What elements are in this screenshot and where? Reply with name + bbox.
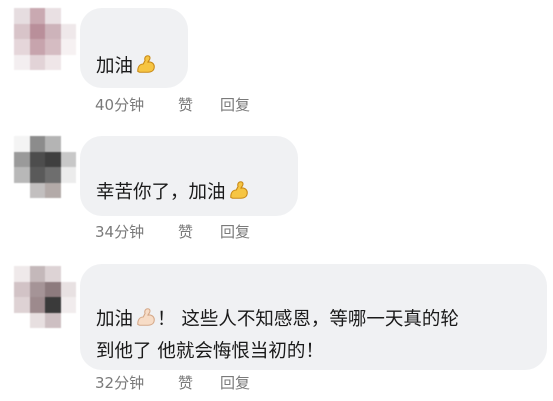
comment-body-suffix: ！ 这些人不知感恩，等哪一天真的轮: [157, 309, 459, 330]
comment-body: 幸苦你了，加油: [96, 182, 226, 203]
comment-meta: 34分钟 赞 回复: [95, 221, 250, 242]
comment-body-line2: 到他了 他就会悔恨当初的！: [96, 341, 324, 362]
like-button[interactable]: 赞: [178, 221, 220, 242]
reply-button[interactable]: 回复: [220, 372, 250, 393]
flexed-biceps-icon: [229, 181, 248, 199]
like-button[interactable]: 赞: [178, 94, 220, 115]
avatar[interactable]: [14, 266, 76, 328]
comment-time: 40分钟: [95, 96, 145, 114]
reply-button[interactable]: 回复: [220, 221, 250, 242]
comment-meta: 32分钟 赞 回复: [95, 372, 250, 393]
comment-body-prefix: 加油: [96, 309, 134, 330]
comment-time: 34分钟: [95, 223, 145, 241]
comment-text: 幸苦你了，加油: [96, 177, 250, 208]
comment-text: 加油: [96, 51, 157, 82]
flexed-biceps-light-skin-icon: [137, 308, 155, 326]
comment-body: 加油: [96, 56, 134, 77]
like-button[interactable]: 赞: [178, 372, 220, 393]
comment-time: 32分钟: [95, 374, 145, 392]
avatar[interactable]: [14, 8, 76, 70]
comment-text: 加油 ！ 这些人不知感恩，等哪一天真的轮: [96, 304, 459, 335]
flexed-biceps-icon: [137, 55, 155, 73]
comment-meta: 40分钟 赞 回复: [95, 94, 250, 115]
comment-text-line2: 到他了 他就会悔恨当初的！: [96, 336, 324, 367]
reply-button[interactable]: 回复: [220, 94, 250, 115]
avatar[interactable]: [14, 136, 76, 198]
